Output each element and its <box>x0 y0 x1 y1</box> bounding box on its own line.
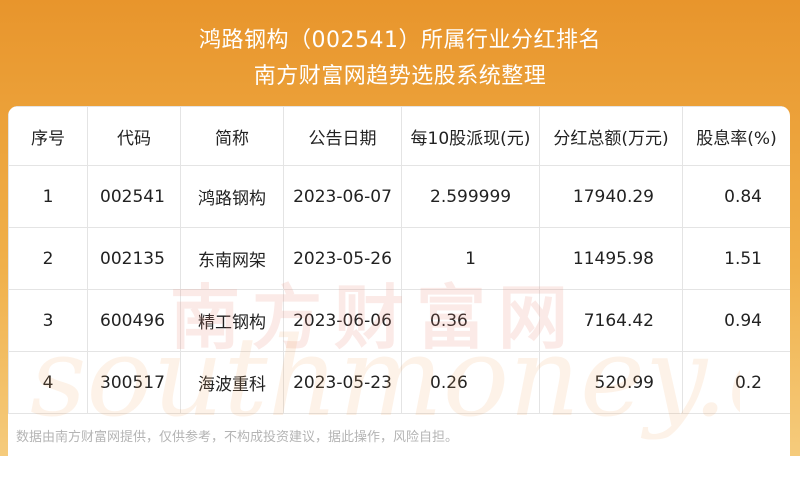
cell-dividend-total: 11495.98 <box>539 227 683 290</box>
cell-name: 东南网架 <box>180 227 284 290</box>
header-code: 代码 <box>87 106 181 166</box>
cell-dividend-per-10: 2.599999 <box>401 165 540 228</box>
table-row: 4 300517 海波重科 2023-05-23 0.26 520.99 0.2 <box>8 351 790 414</box>
cell-yield: 1.51 <box>682 227 790 290</box>
cell-code: 600496 <box>87 289 181 352</box>
footer-disclaimer: 数据由南方财富网提供，仅供参考，不构成投资建议，据此操作，风险自担。 <box>16 430 459 445</box>
title-block: 鸿路钢构（002541）所属行业分红排名 南方财富网趋势选股系统整理 <box>0 0 800 108</box>
cell-date: 2023-05-26 <box>283 227 402 290</box>
cell-dividend-total: 7164.42 <box>539 289 683 352</box>
cell-dividend-per-10: 0.26 <box>401 351 540 414</box>
header-date: 公告日期 <box>283 106 402 166</box>
cell-dividend-per-10: 0.36 <box>401 289 540 352</box>
table-row: 1 002541 鸿路钢构 2023-06-07 2.599999 17940.… <box>8 165 790 228</box>
cell-code: 002135 <box>87 227 181 290</box>
cell-index: 3 <box>8 289 88 352</box>
page: 鸿路钢构（002541）所属行业分红排名 南方财富网趋势选股系统整理 序号 代码… <box>0 0 800 482</box>
cell-date: 2023-05-23 <box>283 351 402 414</box>
cell-dividend-total: 520.99 <box>539 351 683 414</box>
cell-index: 1 <box>8 165 88 228</box>
cell-name: 海波重科 <box>180 351 284 414</box>
cell-name: 鸿路钢构 <box>180 165 284 228</box>
table-card: 序号 代码 简称 公告日期 每10股派现(元) 分红总额(万元) 股息率(%) … <box>8 106 790 458</box>
header-name: 简称 <box>180 106 284 166</box>
cell-yield: 0.84 <box>682 165 790 228</box>
table-header-row: 序号 代码 简称 公告日期 每10股派现(元) 分红总额(万元) 股息率(%) <box>8 106 790 166</box>
dividend-table: 序号 代码 简称 公告日期 每10股派现(元) 分红总额(万元) 股息率(%) … <box>8 106 790 414</box>
cell-yield: 0.94 <box>682 289 790 352</box>
cell-dividend-per-10: 1 <box>401 227 540 290</box>
table-row: 3 600496 精工钢构 2023-06-06 0.36 7164.42 0.… <box>8 289 790 352</box>
footer-background <box>0 456 800 482</box>
page-subtitle: 南方财富网趋势选股系统整理 <box>253 64 547 89</box>
header-index: 序号 <box>8 106 88 166</box>
cell-code: 002541 <box>87 165 181 228</box>
table-row: 2 002135 东南网架 2023-05-26 1 11495.98 1.51 <box>8 227 790 290</box>
cell-yield: 0.2 <box>682 351 790 414</box>
header-dividend-per-10: 每10股派现(元) <box>401 106 540 166</box>
page-title: 鸿路钢构（002541）所属行业分红排名 <box>199 28 601 53</box>
cell-date: 2023-06-07 <box>283 165 402 228</box>
cell-name: 精工钢构 <box>180 289 284 352</box>
header-dividend-total: 分红总额(万元) <box>539 106 683 166</box>
cell-index: 4 <box>8 351 88 414</box>
cell-code: 300517 <box>87 351 181 414</box>
cell-date: 2023-06-06 <box>283 289 402 352</box>
cell-dividend-total: 17940.29 <box>539 165 683 228</box>
header-yield: 股息率(%) <box>682 106 790 166</box>
cell-index: 2 <box>8 227 88 290</box>
